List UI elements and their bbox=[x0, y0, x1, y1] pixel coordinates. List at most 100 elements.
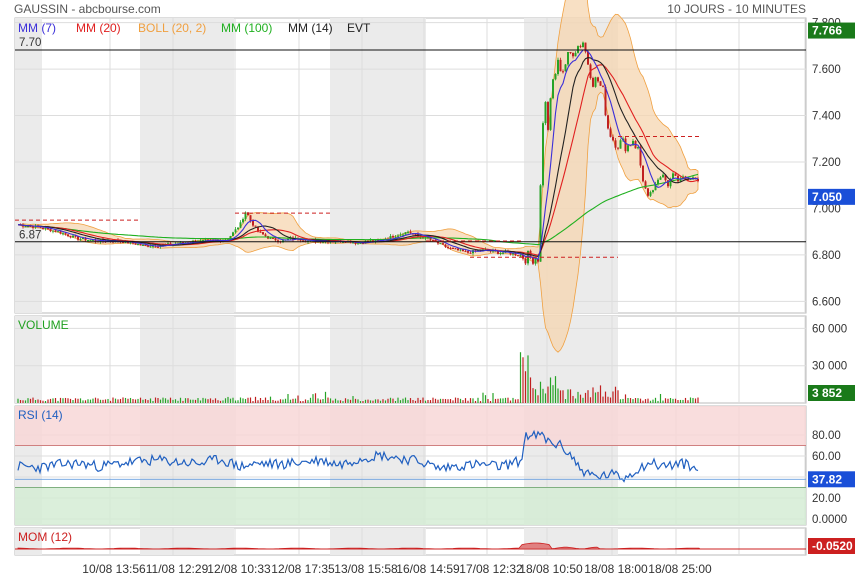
candle-body bbox=[87, 240, 89, 242]
volume-bar bbox=[299, 401, 302, 403]
volume-bar bbox=[324, 391, 327, 403]
volume-bar bbox=[407, 400, 409, 403]
volume-bar bbox=[634, 398, 637, 403]
volume-bar bbox=[342, 401, 344, 403]
candle-body bbox=[457, 248, 459, 251]
volume-bar bbox=[149, 398, 152, 403]
session-shade bbox=[330, 18, 426, 313]
volume-bar bbox=[429, 400, 432, 403]
volume-bar bbox=[462, 400, 464, 403]
volume-bar bbox=[157, 397, 159, 403]
volume-bar bbox=[404, 397, 407, 403]
candle-body bbox=[232, 232, 234, 237]
volume-bar bbox=[657, 400, 659, 403]
volume-bar bbox=[524, 371, 527, 403]
volume-bar bbox=[104, 399, 107, 403]
volume-bar bbox=[234, 400, 237, 403]
candle-body bbox=[139, 244, 142, 246]
volume-bar bbox=[127, 398, 129, 403]
volume-bar bbox=[227, 396, 229, 403]
volume-bar bbox=[417, 397, 419, 403]
rsi-tick-label: 80.00 bbox=[812, 430, 841, 442]
candle-body bbox=[254, 225, 257, 227]
volume-bar bbox=[269, 396, 272, 403]
candle-body bbox=[242, 219, 244, 223]
price-tick-label: 7.400 bbox=[812, 111, 841, 123]
volume-bar bbox=[614, 386, 617, 403]
volume-bar bbox=[687, 400, 689, 403]
candle-body bbox=[559, 59, 562, 72]
volume-bar bbox=[629, 398, 632, 403]
volume-bar bbox=[159, 399, 162, 403]
volume-bar bbox=[574, 398, 577, 403]
volume-bar bbox=[319, 399, 322, 403]
volume-bar bbox=[622, 398, 624, 403]
volume-bar bbox=[694, 398, 697, 403]
volume-bar bbox=[237, 400, 239, 403]
volume-bar bbox=[217, 400, 219, 403]
volume-bar bbox=[669, 397, 672, 403]
volume-bar bbox=[119, 398, 122, 403]
legend-item: BOLL (20, 2) bbox=[138, 21, 206, 35]
x-tick-label: 10/08 13:56 bbox=[82, 562, 146, 576]
price-tick-label: 7.000 bbox=[812, 203, 841, 215]
volume-bar bbox=[337, 400, 339, 403]
candle-body bbox=[662, 174, 664, 178]
volume-bar bbox=[107, 398, 109, 403]
x-tick-label: 11/08 12:29 bbox=[146, 562, 209, 576]
candle-body bbox=[534, 258, 537, 264]
volume-bar bbox=[379, 400, 382, 403]
volume-bar bbox=[277, 400, 279, 403]
candle-body bbox=[357, 243, 359, 245]
candle-body bbox=[592, 78, 594, 87]
volume-bar bbox=[287, 394, 289, 403]
volume-bar bbox=[247, 397, 249, 403]
volume-bar bbox=[534, 389, 537, 403]
candle-body bbox=[67, 234, 69, 237]
volume-bar bbox=[147, 400, 149, 403]
candle-body bbox=[454, 248, 457, 250]
volume-bar bbox=[114, 398, 117, 403]
volume-bar bbox=[67, 398, 69, 403]
price-tick-label: 7.600 bbox=[812, 64, 841, 76]
volume-bar bbox=[612, 391, 614, 403]
candle-body bbox=[574, 52, 577, 57]
candle-body bbox=[79, 239, 82, 241]
volume-bar bbox=[632, 399, 634, 403]
volume-bar bbox=[354, 398, 357, 403]
volume-bar bbox=[652, 399, 654, 403]
volume-bar bbox=[169, 397, 172, 403]
volume-bar bbox=[224, 398, 227, 403]
volume-bar bbox=[639, 398, 642, 403]
volume-bar bbox=[59, 397, 62, 403]
volume-bar bbox=[682, 399, 684, 403]
volume-bar bbox=[44, 400, 47, 403]
candle-body bbox=[259, 231, 262, 233]
volume-bar bbox=[504, 397, 507, 403]
candle-body bbox=[579, 46, 582, 48]
candle-body bbox=[397, 235, 399, 237]
volume-bar bbox=[199, 400, 202, 403]
volume-bar bbox=[289, 399, 292, 403]
x-tick-label: 12/08 10:33 bbox=[207, 562, 271, 576]
volume-bar bbox=[304, 399, 307, 403]
candle-body bbox=[442, 243, 444, 245]
volume-bar bbox=[79, 398, 82, 403]
legend-item: MM (100) bbox=[221, 21, 272, 35]
candle-body bbox=[659, 177, 662, 180]
volume-bar bbox=[382, 399, 384, 403]
volume-bar bbox=[609, 397, 612, 403]
candle-body bbox=[619, 140, 622, 149]
candle-body bbox=[392, 236, 394, 238]
volume-bar bbox=[244, 398, 247, 403]
candle-body bbox=[44, 228, 47, 230]
volume-bar bbox=[474, 400, 477, 403]
volume-bar bbox=[369, 400, 372, 403]
volume-bar bbox=[152, 400, 154, 403]
candle-body bbox=[402, 234, 404, 236]
candle-body bbox=[444, 244, 447, 248]
volume-bar bbox=[454, 397, 457, 403]
volume-bar bbox=[232, 397, 234, 403]
session-shade bbox=[140, 528, 234, 555]
candle-body bbox=[637, 147, 639, 149]
